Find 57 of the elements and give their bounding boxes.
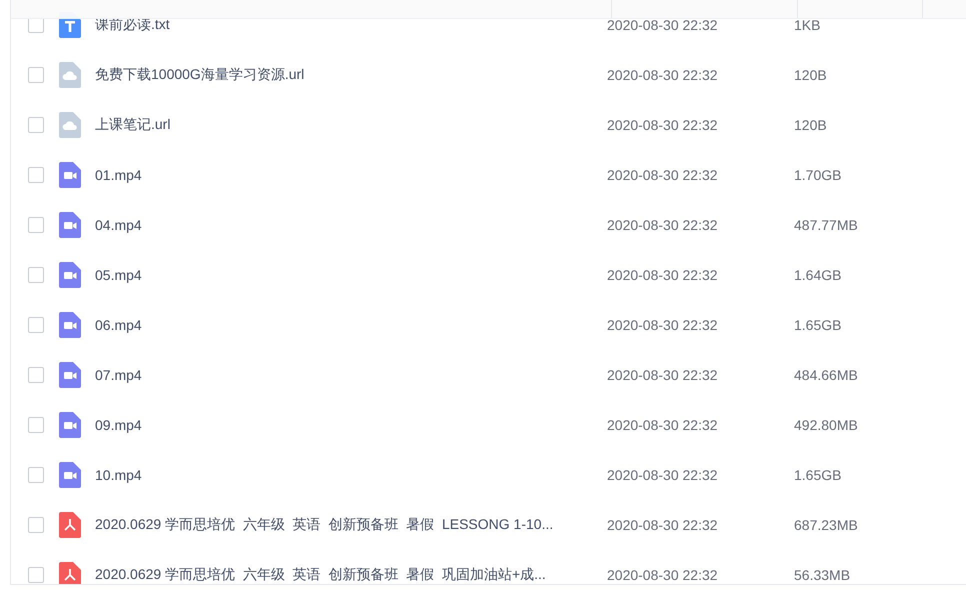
file-name[interactable]: 01.mp4 (95, 167, 607, 183)
modified-date: 2020-08-30 22:32 (607, 417, 719, 433)
file-size: 56.33MB (794, 567, 850, 583)
file-name[interactable]: 05.mp4 (95, 267, 607, 283)
modified-date: 2020-08-30 22:32 (607, 267, 719, 283)
modified-date: 2020-08-30 22:32 (607, 17, 719, 33)
file-name[interactable]: 06.mp4 (95, 317, 607, 333)
checkbox[interactable] (28, 217, 44, 233)
modified-date: 2020-08-30 22:32 (607, 67, 719, 83)
checkbox[interactable] (28, 117, 44, 133)
file-size: 1.65GB (794, 317, 842, 333)
video-file-icon (59, 312, 81, 338)
cloud-file-icon (59, 112, 81, 138)
file-size: 687.23MB (794, 517, 858, 533)
checkbox[interactable] (28, 417, 44, 433)
modified-date: 2020-08-30 22:32 (607, 567, 719, 583)
video-file-icon (59, 412, 81, 438)
cloud-file-icon (59, 62, 81, 88)
checkbox[interactable] (28, 567, 44, 583)
checkbox[interactable] (28, 267, 44, 283)
file-size: 487.77MB (794, 217, 858, 233)
video-file-icon (59, 362, 81, 388)
file-size: 1.70GB (794, 167, 842, 183)
file-size: 1.64GB (794, 267, 842, 283)
pdf-file-icon (59, 512, 81, 538)
file-name[interactable]: 2020.0629 学而思培优 六年级 英语 创新预备班 暑假 LESSONG 1-10... (95, 516, 607, 534)
modified-date: 2020-08-30 22:32 (607, 117, 719, 133)
video-file-icon (59, 262, 81, 288)
video-file-icon (59, 212, 81, 238)
file-size: 120B (794, 117, 827, 133)
checkbox[interactable] (28, 317, 44, 333)
modified-date: 2020-08-30 22:32 (607, 467, 719, 483)
file-size: 492.80MB (794, 417, 858, 433)
checkbox[interactable] (28, 367, 44, 383)
file-name[interactable]: 09.mp4 (95, 417, 607, 433)
modified-date: 2020-08-30 22:32 (607, 317, 719, 333)
file-name[interactable]: 07.mp4 (95, 367, 607, 383)
modified-date: 2020-08-30 22:32 (607, 167, 719, 183)
checkbox[interactable] (28, 517, 44, 533)
file-size: 1.65GB (794, 467, 842, 483)
checkbox[interactable] (28, 67, 44, 83)
video-file-icon (59, 462, 81, 488)
file-size: 484.66MB (794, 367, 858, 383)
checkbox[interactable] (28, 167, 44, 183)
checkbox[interactable] (28, 467, 44, 483)
modified-date: 2020-08-30 22:32 (607, 517, 719, 533)
modified-date: 2020-08-30 22:32 (607, 217, 719, 233)
file-name[interactable]: 10.mp4 (95, 467, 607, 483)
file-name[interactable]: 2020.0629 学而思培优 六年级 英语 创新预备班 暑假 巩固加油站+成... (95, 566, 607, 584)
modified-date: 2020-08-30 22:32 (607, 367, 719, 383)
file-name[interactable]: 上课笔记.url (95, 116, 607, 134)
video-file-icon (59, 162, 81, 188)
file-name[interactable]: 免费下载10000G海量学习资源.url (95, 66, 607, 84)
file-size: 1KB (794, 17, 820, 33)
file-name[interactable]: 04.mp4 (95, 217, 607, 233)
pdf-file-icon (59, 562, 81, 584)
file-size: 120B (794, 67, 827, 83)
